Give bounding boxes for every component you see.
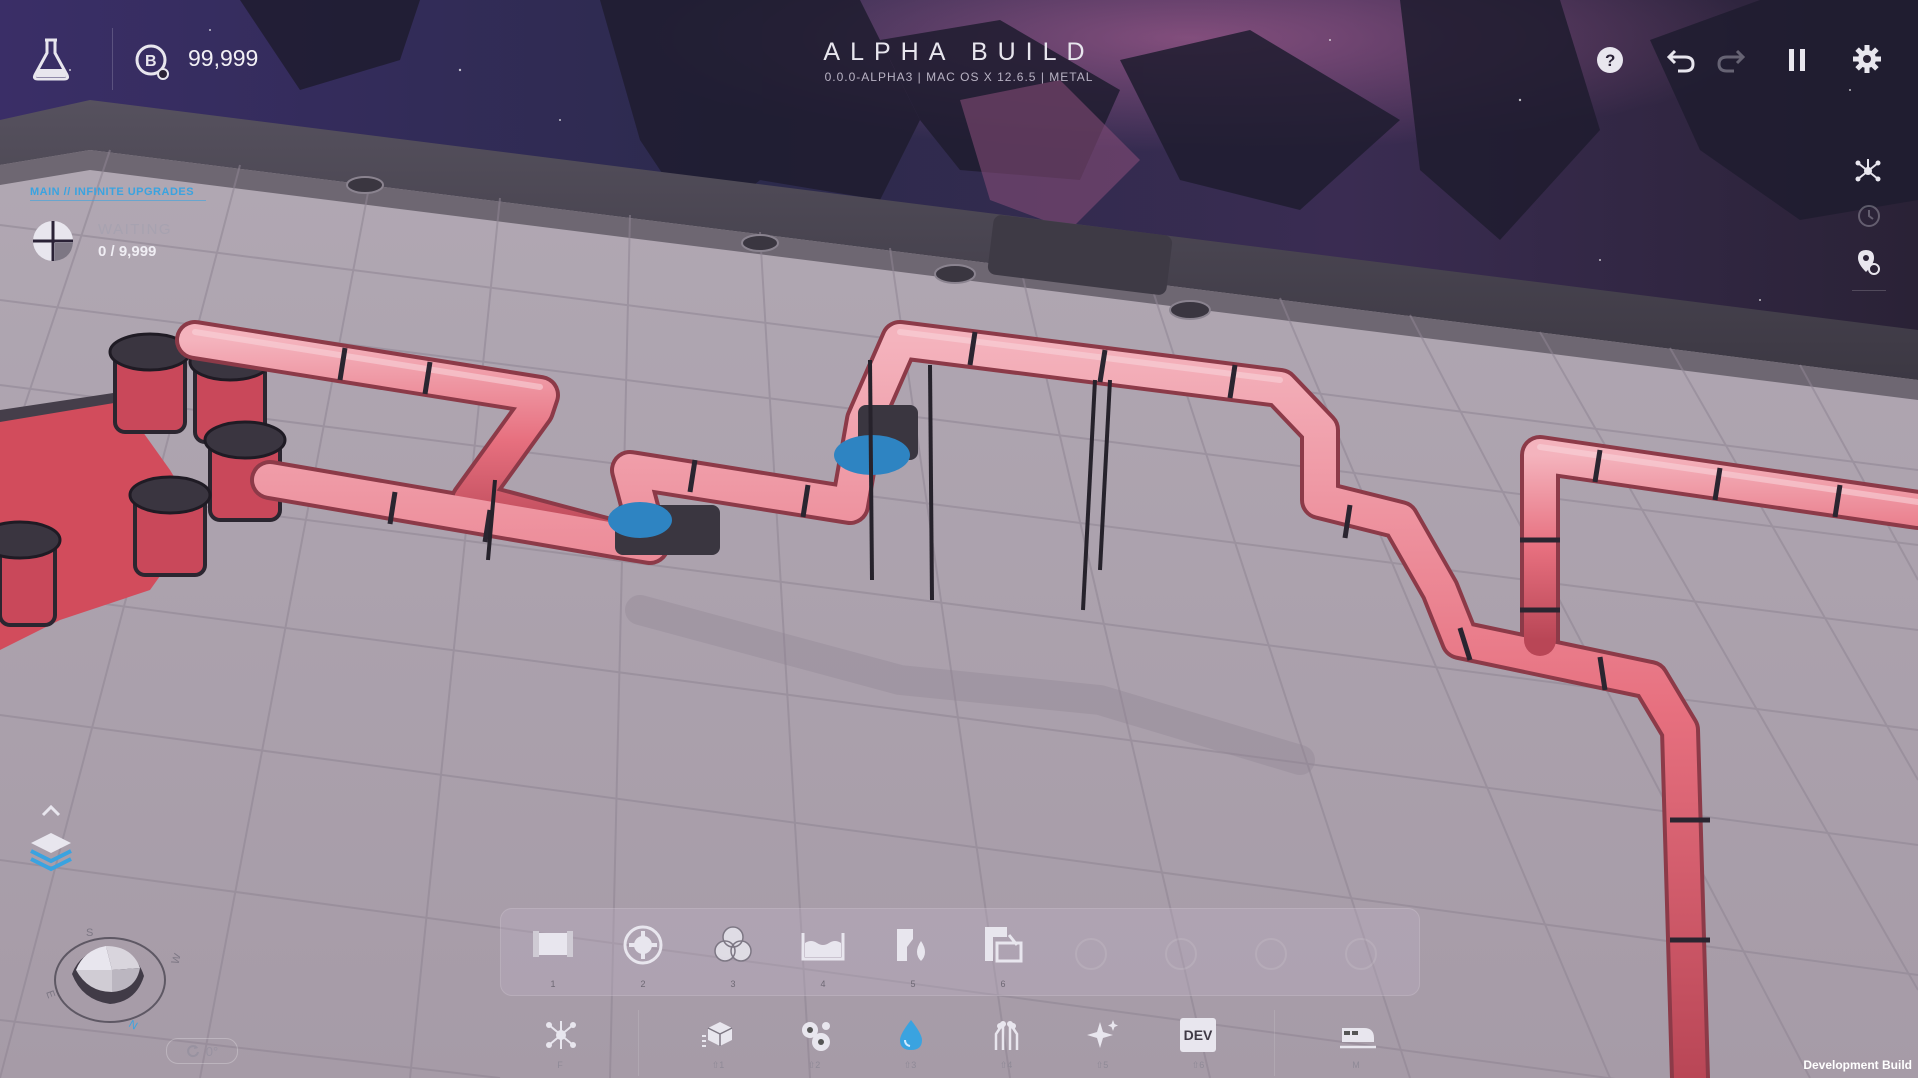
toolbar-slot-pipe[interactable]: 1 [513,909,593,995]
rotation-value: 0° [205,1043,219,1059]
pipe-icon [533,931,573,957]
layers-icon [30,833,72,872]
compass-south: S [86,927,93,939]
gears-icon [802,1022,830,1051]
help-button[interactable]: ? [1594,44,1626,76]
building-toolbar: 1 2 3 4 5 6 [500,908,1420,996]
tank-icon [801,933,845,961]
wires-icon [994,1021,1019,1050]
history-button[interactable] [1852,200,1884,232]
layer-up-button[interactable] [38,800,64,820]
toolbar-slot-empty [1255,938,1287,970]
toolbar-slot-empty [1075,938,1107,970]
build-version: 0.0.0-ALPHA3 | MAC OS X 12.6.5 | METAL [824,70,1094,84]
layers-button[interactable] [26,828,76,874]
shape-icon [33,221,73,261]
toolbar-slot-empty [1165,938,1197,970]
train-icon [1340,1028,1376,1049]
pause-icon [1789,49,1805,71]
undo-button[interactable] [1664,44,1698,76]
development-build-label: Development Build [1803,1058,1912,1072]
sparkle-icon [1087,1020,1118,1048]
chevron-up-icon [41,804,61,817]
network-icon [546,1021,576,1049]
settings-button[interactable] [1850,42,1884,76]
history-icon [1858,205,1880,227]
fluid-drop-icon [900,1020,922,1050]
settings-icon [1853,45,1881,73]
compass-east: E [43,989,57,1000]
objective-shape[interactable] [30,218,76,264]
toolbar-slot-fluid-output[interactable]: 6 [963,909,1043,995]
dev-icon: DEV [1180,1018,1216,1052]
undo-icon [1666,49,1695,73]
compass-icon: S W E N [43,927,180,1030]
objective-status: WAITING [98,221,173,238]
fluid-extractor-icon [897,929,925,961]
help-icon: ? [1597,47,1623,73]
rotate-icon [186,1045,199,1058]
network-icon [1855,159,1881,182]
breadcrumb[interactable]: MAIN // INFINITE UPGRADES [30,186,194,198]
category-network[interactable]: F [530,1014,590,1078]
toolbar-slot-tank[interactable]: 4 [783,909,863,995]
mixer-icon [714,926,752,962]
dev-label: DEV [1183,1027,1213,1043]
svg-text:?: ? [1605,51,1615,70]
objective-progress: 0 / 9,999 [98,243,157,260]
camera-compass[interactable]: S W E N [40,920,180,1030]
toolbar-slot-fluid-extractor[interactable]: 5 [873,909,953,995]
category-train[interactable]: M [1326,1014,1386,1078]
toolbar-slot-mixer[interactable]: 3 [693,909,773,995]
redo-icon [1717,49,1746,73]
category-fluids[interactable]: ⇧3 [880,1014,940,1078]
fluid-output-icon [985,927,1023,963]
toolbar-slot-pump[interactable]: 2 [603,909,683,995]
waypoint-button[interactable] [1852,246,1884,278]
page-title: ALPHA BUILD [823,38,1095,66]
compass-west: W [170,952,180,966]
pause-button[interactable] [1782,44,1812,76]
blocks-icon [702,1022,733,1047]
category-sparkle[interactable]: ⇧5 [1072,1014,1132,1078]
rotation-indicator[interactable]: 0° [166,1038,238,1064]
category-blocks[interactable]: ⇧1 [688,1014,748,1078]
toolbar-slot-empty [1345,938,1377,970]
category-wires[interactable]: ⇧4 [976,1014,1036,1078]
waypoint-icon [1858,250,1880,275]
pump-icon [623,925,663,965]
redo-button[interactable] [1714,44,1748,76]
category-gears[interactable]: ⇧2 [784,1014,844,1078]
network-view-button[interactable] [1852,155,1884,187]
category-dev[interactable]: DEV ⇧6 [1168,1014,1228,1078]
